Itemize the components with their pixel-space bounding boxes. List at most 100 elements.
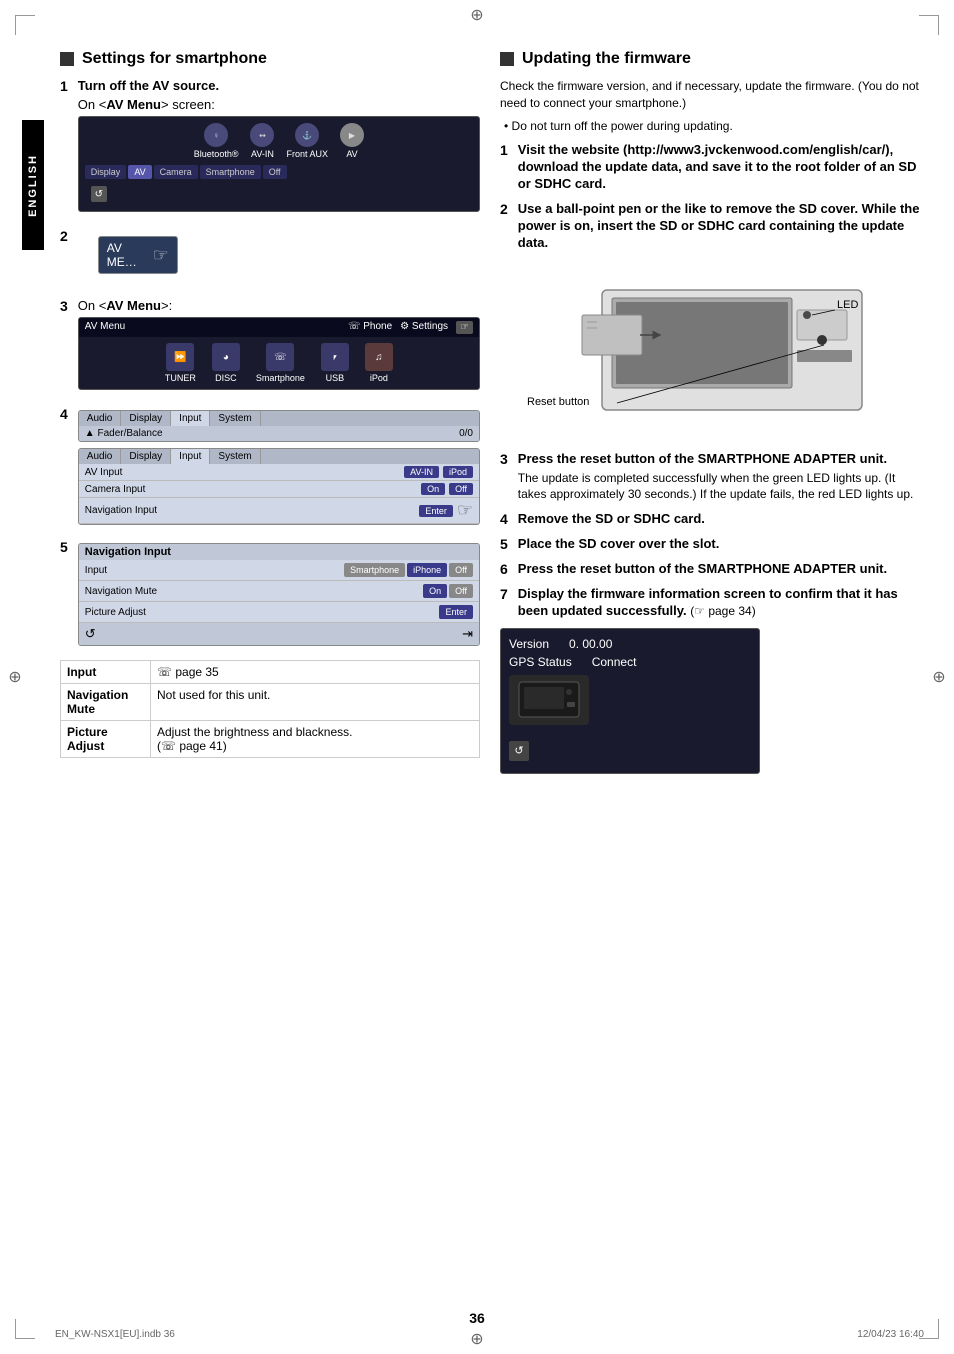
language-sidebar: ENGLISH: [22, 120, 44, 250]
av-icon-avin: ↭ AV-IN: [250, 123, 274, 159]
bullet-text: Do not turn off the power during updatin…: [512, 119, 733, 133]
touch-nav-icon: ☞: [457, 500, 473, 521]
tab-audio[interactable]: Audio: [79, 411, 122, 426]
nav-picture-options: Enter: [439, 605, 473, 619]
camera-input-label: Camera Input: [85, 484, 146, 495]
step-1: 1 Turn off the AV source. On <AV Menu> s…: [60, 78, 480, 220]
right-step-4-text: Remove the SD or SDHC card.: [518, 511, 924, 528]
nav-mute-off[interactable]: Off: [449, 584, 473, 598]
corner-mark-tr: [919, 15, 939, 35]
av-back-button[interactable]: ↺: [91, 186, 107, 202]
step-1-sub: On <AV Menu> screen:: [78, 97, 480, 112]
tab-system[interactable]: System: [210, 411, 260, 426]
info-key-picture: PictureAdjust: [61, 721, 151, 758]
av-menu-touch[interactable]: AV ME… ☞: [98, 236, 178, 274]
step-1-text: Turn off the AV source.: [78, 78, 480, 93]
nav-input-screen: Navigation Input Input Smartphone iPhone…: [78, 543, 480, 646]
reg-mark-left: [5, 667, 25, 687]
av-icon-frontaux: ⚓ Front AUX: [286, 123, 328, 159]
right-step-7-desc: (☞ page 34): [690, 604, 755, 618]
tab2-display[interactable]: Display: [121, 449, 171, 464]
right-step-3-content: Press the reset button of the SMARTPHONE…: [518, 451, 924, 503]
right-step-2-content: Use a ball-point pen or the like to remo…: [518, 201, 924, 252]
camera-input-values: On Off: [421, 483, 473, 495]
av-menu-touch-label: AV ME…: [107, 241, 147, 269]
right-step-6-bold: Press the reset button of the SMARTPHONE…: [518, 561, 924, 578]
av-menu-phone: ☏ Phone: [348, 321, 392, 334]
version-device-image: [509, 675, 589, 725]
av-input-ipod: iPod: [443, 466, 473, 478]
svg-text:Reset button: Reset button: [527, 396, 589, 408]
nav-btn-iphone[interactable]: iPhone: [407, 563, 447, 577]
step-2-content: AV ME… ☞: [78, 228, 480, 290]
right-step-4-number: 4: [500, 511, 508, 528]
av-tab-smartphone: Smartphone: [200, 165, 261, 179]
av-menu-ipod: ♫ iPod: [365, 343, 393, 383]
right-step-4-content: Remove the SD or SDHC card.: [518, 511, 924, 528]
nav-input-options: Smartphone iPhone Off: [344, 563, 473, 577]
camera-on: On: [421, 483, 445, 495]
av-menu-title: AV Menu: [85, 321, 125, 334]
camera-off: Off: [449, 483, 473, 495]
right-step-6-number: 6: [500, 561, 508, 578]
right-step-1-number: 1: [500, 142, 508, 193]
nav-forward-btn[interactable]: ⇥: [462, 626, 473, 642]
settings-screen-2: Audio Display Input System AV Input AV-I…: [78, 448, 480, 525]
step-1-number: 1: [60, 78, 68, 220]
tab2-input[interactable]: Input: [171, 449, 210, 464]
info-row-input: Input ☏ page 35: [61, 661, 480, 684]
section-icon-left: [60, 52, 74, 66]
corner-mark-tl: [15, 15, 35, 35]
info-value-input: ☏ page 35: [151, 661, 480, 684]
right-step-7: 7 Display the firmware information scree…: [500, 586, 924, 620]
version-back-btn[interactable]: ↺: [509, 741, 529, 761]
nav-input-row: Navigation Input Enter ☞: [79, 498, 479, 524]
av-input-row: AV Input AV-IN iPod: [79, 464, 479, 481]
av-menu-settings: ⚙ Settings: [400, 321, 448, 334]
version-screen: Version 0. 00.00 GPS Status Connect: [500, 628, 760, 774]
tab2-system[interactable]: System: [210, 449, 260, 464]
corner-mark-bl: [15, 1319, 35, 1339]
av-menu-touch-btn[interactable]: ☞: [456, 321, 473, 334]
tab-display[interactable]: Display: [121, 411, 171, 426]
av-menu-touch-area: AV ME… ☞: [78, 232, 480, 282]
reg-mark-right: [929, 667, 949, 687]
nav-btn-smartphone[interactable]: Smartphone: [344, 563, 405, 577]
right-step-3: 3 Press the reset button of the SMARTPHO…: [500, 451, 924, 503]
nav-back-btn[interactable]: ↺: [85, 626, 96, 642]
left-section-header: Settings for smartphone: [60, 50, 480, 68]
reg-mark-bottom: [467, 1329, 487, 1349]
av-icon-av: ▶ AV: [340, 123, 364, 159]
gps-value: Connect: [592, 655, 637, 669]
step-5-number: 5: [60, 539, 68, 652]
nav-picture-enter[interactable]: Enter: [439, 605, 473, 619]
step-2-number: 2: [60, 228, 68, 290]
right-step-5-content: Place the SD cover over the slot.: [518, 536, 924, 553]
tab-input[interactable]: Input: [171, 411, 210, 426]
right-section-title: Updating the firmware: [522, 50, 691, 68]
two-column-layout: Settings for smartphone 1 Turn off the A…: [60, 50, 924, 774]
step-3-text: On <AV Menu>:: [78, 298, 480, 313]
step-4-number: 4: [60, 406, 68, 531]
tab2-audio[interactable]: Audio: [79, 449, 122, 464]
info-row-nav-mute: NavigationMute Not used for this unit.: [61, 684, 480, 721]
right-step-7-content: Display the firmware information screen …: [518, 586, 924, 620]
av-menu-icons: ⏩ TUNER ◕ DISC ☏ Smartphone: [79, 337, 479, 389]
right-step-7-number: 7: [500, 586, 508, 620]
nav-screen-footer: ↺ ⇥: [79, 623, 479, 645]
nav-input-enter[interactable]: Enter: [419, 505, 453, 517]
nav-btn-off[interactable]: Off: [449, 563, 473, 577]
step-4: 4 Audio Display Input System ▲ Fader/Bal…: [60, 406, 480, 531]
settings-fader-row: ▲ Fader/Balance 0/0: [79, 426, 479, 441]
language-label: ENGLISH: [27, 154, 39, 217]
right-column: Updating the firmware Check the firmware…: [500, 50, 924, 774]
fader-value: 0/0: [459, 428, 473, 439]
nav-input-title: Navigation Input: [79, 544, 479, 560]
right-step-3-desc: The update is completed successfully whe…: [518, 470, 924, 504]
right-step-3-number: 3: [500, 451, 508, 503]
nav-mute-on[interactable]: On: [423, 584, 447, 598]
right-step-3-bold: Press the reset button of the SMARTPHONE…: [518, 451, 924, 468]
av-source-screen: ♀ Bluetooth® ↭ AV-IN ⚓ Front AUX: [78, 116, 480, 212]
nav-mute-label: Navigation Mute: [85, 586, 157, 597]
page-number: 36: [469, 1310, 485, 1326]
